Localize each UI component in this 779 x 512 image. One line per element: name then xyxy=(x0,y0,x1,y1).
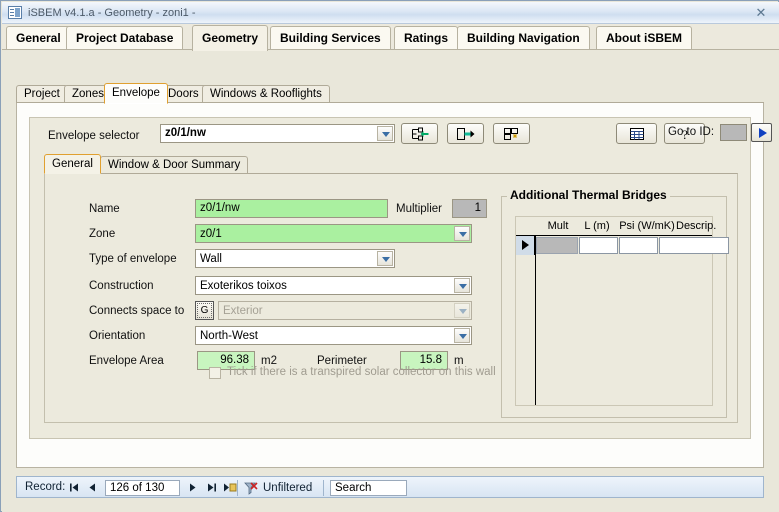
grid-view-icon[interactable] xyxy=(616,123,657,144)
go-arrow-icon[interactable] xyxy=(751,123,772,142)
column-length: L (m) xyxy=(584,220,610,232)
goto-id-field[interactable] xyxy=(720,124,747,141)
zone-label: Zone xyxy=(89,228,116,240)
tab-geometry[interactable]: Geometry xyxy=(192,25,269,51)
table-divider xyxy=(535,236,536,405)
construction-dropdown[interactable]: Exoterikos toixos xyxy=(195,276,472,295)
record-navigation-bar: Record: 126 of 130 Unfiltered Search xyxy=(16,476,764,498)
solar-collector-label: Tick if there is a transpired solar coll… xyxy=(227,366,496,378)
window-title: iSBEM v4.1.a - Geometry - zoni1 - xyxy=(28,7,196,19)
goto-next-icon[interactable] xyxy=(447,123,484,144)
goto-first-icon[interactable] xyxy=(401,123,438,144)
multiplier-label: Multiplier xyxy=(396,203,443,215)
subtab-envelope[interactable]: Envelope xyxy=(104,83,168,104)
tab-building-navigation[interactable]: Building Navigation xyxy=(457,26,590,50)
zone-dropdown[interactable]: z0/1 xyxy=(195,224,472,243)
envelope-area-label: Envelope Area xyxy=(89,355,164,367)
thermal-bridges-title: Additional Thermal Bridges xyxy=(507,188,670,202)
record-label: Record: xyxy=(25,481,66,493)
connects-space-to-label: Connects space to xyxy=(89,305,185,317)
envelope-selector-dropdown[interactable]: z0/1/nw xyxy=(160,124,395,143)
nav-last-icon[interactable] xyxy=(204,480,219,495)
content-card: Envelope selector z0/1/nw ? Go to ID: Ge… xyxy=(16,103,772,468)
general-form: Name z0/1/nw Multiplier 1 Zone z0/1 Type… xyxy=(44,173,738,423)
zone-value: z0/1 xyxy=(200,228,222,240)
nav-divider-2 xyxy=(323,480,324,496)
search-input[interactable]: Search xyxy=(330,480,407,496)
orientation-dropdown[interactable]: North-West xyxy=(195,326,472,345)
connects-space-to-value: Exterior xyxy=(223,305,263,317)
envelope-selector-value: z0/1/nw xyxy=(165,127,206,139)
tab-ratings[interactable]: Ratings xyxy=(394,26,459,50)
construction-label: Construction xyxy=(89,280,154,292)
row-selector-icon[interactable] xyxy=(516,236,535,255)
type-of-envelope-label: Type of envelope xyxy=(89,253,177,265)
chevron-down-icon[interactable] xyxy=(454,328,470,343)
nav-new-record-icon[interactable] xyxy=(222,480,237,495)
orientation-label: Orientation xyxy=(89,330,146,342)
envelope-selector-label: Envelope selector xyxy=(48,130,140,142)
cell-mult[interactable] xyxy=(536,237,578,254)
nav-prev-icon[interactable] xyxy=(85,480,100,495)
name-label: Name xyxy=(89,203,120,215)
name-input[interactable]: z0/1/nw xyxy=(195,199,388,218)
tab-general-details[interactable]: General xyxy=(44,154,101,174)
orientation-value: North-West xyxy=(200,330,258,342)
envelope-form-panel: Envelope selector z0/1/nw ? Go to ID: Ge… xyxy=(29,117,772,439)
chevron-down-icon[interactable] xyxy=(454,226,470,241)
table-row[interactable] xyxy=(516,236,729,255)
multiplier-field: 1 xyxy=(452,199,487,218)
title-bar: iSBEM v4.1.a - Geometry - zoni1 - ✕ xyxy=(2,2,779,24)
filter-status-label[interactable]: Unfiltered xyxy=(243,480,312,496)
body-panel: Project Zones Envelope Doors Windows & R… xyxy=(2,50,779,512)
general-tab-bar: General Window & Door Summary xyxy=(44,154,744,174)
column-psi: Psi (W/mK) xyxy=(619,220,675,232)
tab-general[interactable]: General xyxy=(6,26,71,50)
sub-tab-bar: Project Zones Envelope Doors Windows & R… xyxy=(16,83,764,104)
type-of-envelope-dropdown[interactable]: Wall xyxy=(195,249,395,268)
type-of-envelope-value: Wall xyxy=(200,253,222,265)
thermal-bridges-table: Mult L (m) Psi (W/mK) Descrip. xyxy=(515,216,729,406)
selector-row: Envelope selector z0/1/nw ? Go to ID: xyxy=(30,118,772,156)
main-tab-bar: General Project Database Geometry Buildi… xyxy=(2,24,779,51)
app-window-icon xyxy=(8,6,22,19)
cell-length[interactable] xyxy=(579,237,618,254)
construction-value: Exoterikos toixos xyxy=(200,280,287,292)
tab-window-door-summary[interactable]: Window & Door Summary xyxy=(100,156,249,174)
connects-space-g-button[interactable]: G xyxy=(195,301,214,320)
solar-collector-row[interactable]: Tick if there is a transpired solar coll… xyxy=(209,366,539,382)
solar-collector-checkbox[interactable] xyxy=(209,367,221,379)
column-descrip: Descrip. xyxy=(676,220,717,232)
chevron-down-icon xyxy=(454,303,470,318)
copy-record-icon[interactable] xyxy=(493,123,530,144)
table-header-row: Mult L (m) Psi (W/mK) Descrip. xyxy=(516,217,716,236)
close-icon[interactable]: ✕ xyxy=(753,5,769,20)
nav-divider-1 xyxy=(237,480,238,496)
chevron-down-icon[interactable] xyxy=(454,278,470,293)
nav-next-icon[interactable] xyxy=(185,480,200,495)
column-mult: Mult xyxy=(547,220,569,232)
tab-project-database[interactable]: Project Database xyxy=(66,26,184,50)
chevron-down-icon[interactable] xyxy=(377,251,393,266)
record-number-field[interactable]: 126 of 130 xyxy=(105,480,180,496)
cell-psi[interactable] xyxy=(619,237,658,254)
goto-id-label: Go to ID: xyxy=(668,126,715,138)
chevron-down-icon[interactable] xyxy=(377,126,393,141)
cell-descrip[interactable] xyxy=(659,237,729,254)
tab-building-services[interactable]: Building Services xyxy=(270,26,391,50)
nav-first-icon[interactable] xyxy=(67,480,82,495)
connects-space-to-dropdown: Exterior xyxy=(218,301,472,320)
application-window: iSBEM v4.1.a - Geometry - zoni1 - ✕ Gene… xyxy=(0,0,779,512)
tab-about-isbem[interactable]: About iSBEM xyxy=(596,26,692,50)
